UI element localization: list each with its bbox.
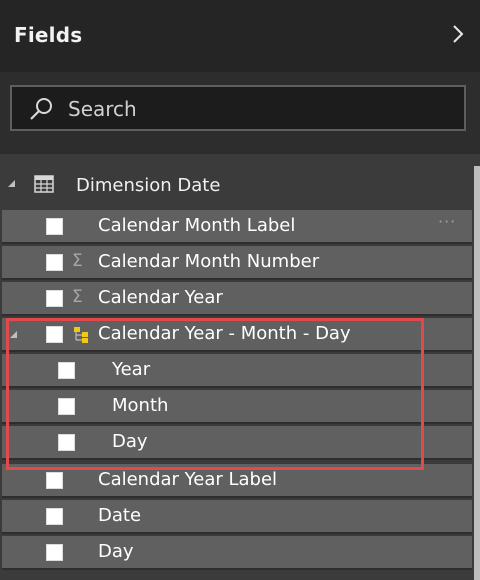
checkbox[interactable] bbox=[46, 290, 63, 307]
checkbox[interactable] bbox=[46, 254, 63, 271]
search-icon bbox=[30, 98, 52, 120]
collapse-arrow-icon[interactable] bbox=[10, 331, 17, 338]
field-row-calendar-month-number[interactable]: Σ Calendar Month Number bbox=[2, 246, 472, 280]
table-dimension-date[interactable]: Dimension Date bbox=[0, 166, 472, 206]
field-label: Date bbox=[98, 505, 142, 526]
field-label: Calendar Year Label bbox=[98, 469, 278, 490]
field-row-day[interactable]: Day bbox=[2, 536, 472, 570]
chevron-right-icon[interactable] bbox=[448, 20, 468, 48]
field-row-calendar-month-label[interactable]: Calendar Month Label ··· bbox=[2, 210, 472, 244]
field-row-year[interactable]: Year bbox=[2, 354, 472, 388]
fields-pane-header: Fields bbox=[0, 0, 480, 72]
pane-title: Fields bbox=[14, 23, 83, 47]
field-label: Day bbox=[112, 431, 148, 452]
expand-arrow-icon[interactable] bbox=[8, 180, 15, 187]
search-input[interactable] bbox=[68, 94, 448, 124]
checkbox[interactable] bbox=[46, 472, 63, 489]
sigma-icon: Σ bbox=[72, 287, 83, 307]
field-row-month[interactable]: Month bbox=[2, 390, 472, 424]
field-row-day-level[interactable]: Day bbox=[2, 426, 472, 460]
checkbox[interactable] bbox=[58, 398, 75, 415]
field-row-date[interactable]: Date bbox=[2, 500, 472, 534]
checkbox[interactable] bbox=[46, 218, 63, 235]
field-row-calendar-year-label[interactable]: Calendar Year Label bbox=[2, 464, 472, 498]
checkbox[interactable] bbox=[46, 508, 63, 525]
checkbox[interactable] bbox=[58, 434, 75, 451]
checkbox[interactable] bbox=[58, 362, 75, 379]
field-row-hierarchy[interactable]: Calendar Year - Month - Day bbox=[2, 318, 472, 352]
field-label: Year bbox=[112, 359, 151, 380]
hierarchy-icon bbox=[74, 327, 88, 343]
field-label: Day bbox=[98, 541, 134, 562]
table-icon bbox=[34, 175, 54, 193]
checkbox[interactable] bbox=[46, 326, 63, 343]
sigma-icon: Σ bbox=[72, 251, 83, 271]
field-row-calendar-year[interactable]: Σ Calendar Year bbox=[2, 282, 472, 316]
search-box[interactable] bbox=[10, 85, 466, 131]
field-label: Calendar Month Label bbox=[98, 215, 296, 236]
search-area bbox=[0, 72, 480, 154]
more-options-icon[interactable]: ··· bbox=[438, 212, 456, 231]
field-label: Month bbox=[112, 395, 169, 416]
field-label: Calendar Month Number bbox=[98, 251, 320, 272]
field-label: Calendar Year bbox=[98, 287, 223, 308]
scrollbar[interactable] bbox=[474, 166, 480, 580]
field-label: Calendar Year - Month - Day bbox=[98, 323, 351, 344]
checkbox[interactable] bbox=[46, 544, 63, 561]
field-tree: Dimension Date Calendar Month Label ··· … bbox=[0, 154, 480, 580]
table-name: Dimension Date bbox=[76, 175, 221, 196]
